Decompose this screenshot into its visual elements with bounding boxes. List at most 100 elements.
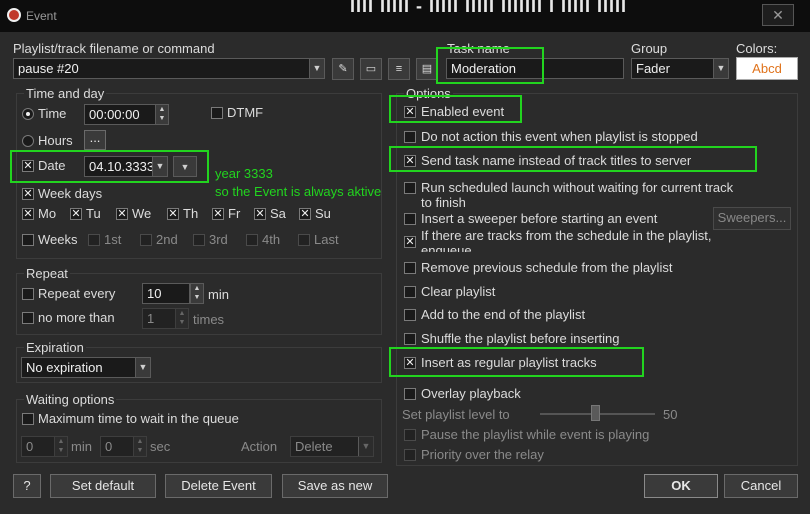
option-checkbox-add-to-end[interactable] [404,309,416,321]
day-checkbox-fr[interactable]: ✕ [212,208,224,220]
folder-icon[interactable]: ▭ [360,58,382,80]
hours-button[interactable]: ... [84,130,106,150]
title-bar: Event IIII IIIII - IIIII IIIII IIIIIII I… [0,0,810,32]
option-checkbox-tracks-in-playlist[interactable]: ✕ [404,236,416,248]
option-checkbox-shuffle[interactable] [404,333,416,345]
option-checkbox-insert-regular[interactable]: ✕ [404,357,416,369]
list-icon[interactable]: ≡ [388,58,410,80]
no-more-than-unit: times [193,312,225,327]
time-and-day-heading: Time and day [24,86,107,101]
close-button[interactable]: ✕ [762,4,794,26]
wait-sec-input[interactable]: 0 [100,436,134,457]
no-more-than-spinner[interactable]: ▲ ▼ [175,308,189,329]
annotation-year: year 3333 [215,166,273,181]
time-radio[interactable] [22,108,34,120]
no-more-than-checkbox[interactable] [22,312,34,324]
day-checkbox-th[interactable]: ✕ [167,208,179,220]
help-button[interactable]: ? [13,474,41,498]
group-dropdown-arrow[interactable]: ▼ [713,59,728,78]
option-label-run-without-waiting: Run scheduled launch without waiting for… [421,180,734,195]
option-checkbox-pause-playlist[interactable] [404,429,416,441]
repeat-every-spinner[interactable]: ▲ ▼ [190,283,204,304]
max-wait-checkbox[interactable] [22,413,34,425]
day-checkbox-tu[interactable]: ✕ [70,208,82,220]
option-label-no-action-stopped: Do not action this event when playlist i… [421,129,698,144]
hours-radio[interactable] [22,135,34,147]
weeks-checkbox[interactable] [22,234,34,246]
option-label-send-task-name: Send task name instead of track titles t… [421,153,692,168]
dtmf-label: DTMF [227,105,264,120]
option-checkbox-send-task-name[interactable]: ✕ [404,155,416,167]
dtmf-checkbox[interactable] [211,107,223,119]
date-dropdown-arrow[interactable]: ▼ [152,157,167,176]
date-checkbox[interactable]: ✕ [22,160,34,172]
wait-min-input[interactable]: 0 [21,436,55,457]
option-checkbox-priority-relay[interactable] [404,449,416,461]
day-label-sa: Sa [270,206,286,221]
option-label-tracks-in-playlist-2: enqueue [421,243,472,252]
message-icon[interactable]: ▤ [416,58,438,80]
day-checkbox-we[interactable]: ✕ [116,208,128,220]
day-checkbox-su[interactable]: ✕ [299,208,311,220]
week-checkbox-4th[interactable] [246,234,258,246]
option-checkbox-overlay[interactable] [404,388,416,400]
option-label-enabled: Enabled event [421,104,505,119]
no-more-than-input[interactable]: 1 [142,308,176,329]
level-slider-thumb[interactable] [591,405,600,421]
date-picker-button[interactable]: ▼ [173,156,197,177]
week-checkbox-2nd[interactable] [140,234,152,246]
time-label: Time [38,106,67,121]
color-sample[interactable]: Abcd [736,57,798,80]
day-label-su: Su [315,206,331,221]
option-label-insert-regular: Insert as regular playlist tracks [421,355,597,370]
window-title: Event [26,9,57,23]
filename-input[interactable]: pause #20 [13,58,325,79]
day-checkbox-mo[interactable]: ✕ [22,208,34,220]
option-checkbox-enabled[interactable]: ✕ [404,106,416,118]
week-checkbox-3rd[interactable] [193,234,205,246]
weekdays-checkbox[interactable]: ✕ [22,188,34,200]
week-label-1st: 1st [104,232,122,247]
expiration-select[interactable]: No expiration [21,357,151,378]
options-heading: Options [404,86,453,101]
repeat-heading: Repeat [24,266,70,281]
action-dropdown-arrow[interactable]: ▼ [358,437,373,456]
wait-min-spinner[interactable]: ▲ ▼ [54,436,68,457]
set-default-button[interactable]: Set default [50,474,156,498]
colors-label: Colors: [736,41,778,56]
time-spinner[interactable]: ▲ ▼ [155,104,169,125]
day-checkbox-sa[interactable]: ✕ [254,208,266,220]
option-checkbox-clear-playlist[interactable] [404,286,416,298]
wait-sec-spinner[interactable]: ▲ ▼ [133,436,147,457]
sweepers-button[interactable]: Sweepers... [713,207,791,230]
option-checkbox-run-without-waiting[interactable] [404,182,416,194]
pin-icon[interactable]: ✎ [332,58,354,80]
wait-min-unit: min [71,439,92,454]
save-as-new-button[interactable]: Save as new [282,474,388,498]
option-label-remove-previous: Remove previous schedule from the playli… [421,260,673,275]
repeat-every-checkbox[interactable] [22,288,34,300]
option-checkbox-remove-previous[interactable] [404,262,416,274]
option-label-tracks-in-playlist: If there are tracks from the schedule in… [421,228,712,243]
day-label-fr: Fr [228,206,241,221]
option-checkbox-no-action-stopped[interactable] [404,131,416,143]
expiration-heading: Expiration [24,340,86,355]
repeat-every-input[interactable]: 10 [142,283,190,304]
cancel-button[interactable]: Cancel [724,474,798,498]
expiration-dropdown-arrow[interactable]: ▼ [135,358,150,377]
option-label-shuffle: Shuffle the playlist before inserting [421,331,620,346]
day-label-tu: Tu [86,206,101,221]
time-input[interactable]: 00:00:00 [84,104,156,125]
ok-button[interactable]: OK [644,474,718,498]
task-name-input[interactable]: Moderation [446,58,624,79]
option-label-overlay: Overlay playback [421,386,521,401]
week-checkbox-1st[interactable] [88,234,100,246]
week-label-2nd: 2nd [156,232,178,247]
weekdays-label: Week days [38,186,103,201]
day-label-mo: Mo [38,206,57,221]
option-checkbox-insert-sweeper[interactable] [404,213,416,225]
filename-dropdown-arrow[interactable]: ▼ [309,59,324,78]
week-checkbox-last[interactable] [298,234,310,246]
delete-event-button[interactable]: Delete Event [165,474,272,498]
task-name-label: Task name [447,41,510,56]
